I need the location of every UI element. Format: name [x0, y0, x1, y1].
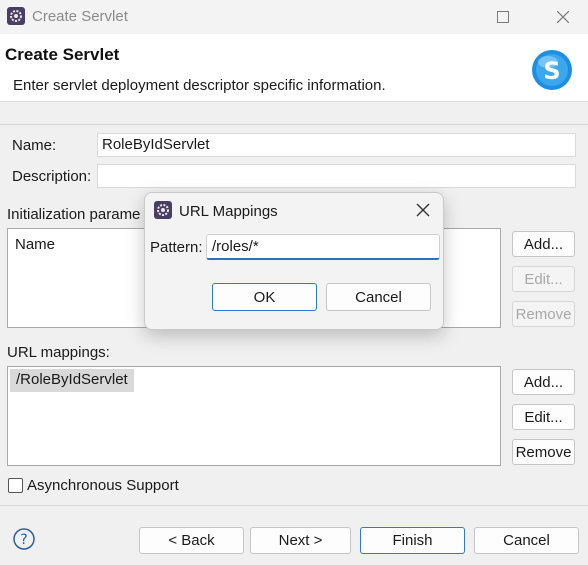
ok-button[interactable]: OK	[212, 283, 317, 311]
logo-letter: S	[543, 57, 560, 85]
async-support-label: Asynchronous Support	[27, 477, 179, 494]
finish-button[interactable]: Finish	[360, 527, 465, 554]
name-field[interactable]: RoleByIdServlet	[97, 133, 576, 157]
maximize-button[interactable]	[480, 0, 526, 34]
dialog-cancel-button[interactable]: Cancel	[326, 283, 431, 311]
servlet-wizard-icon	[7, 7, 25, 25]
help-icon[interactable]: ?	[13, 528, 35, 550]
window-title: Create Servlet	[32, 8, 128, 25]
url-mappings-list[interactable]: /RoleByIdServlet	[7, 366, 501, 466]
dialog-title: URL Mappings	[179, 203, 278, 220]
init-add-button[interactable]: Add...	[512, 231, 575, 257]
url-remove-button[interactable]: Remove	[512, 439, 575, 465]
column-header-name[interactable]: Name	[15, 236, 55, 253]
servlet-logo-icon: S	[532, 50, 572, 90]
init-remove-button[interactable]: Remove	[512, 301, 575, 327]
maximize-icon	[497, 11, 509, 23]
async-support-checkbox[interactable]	[8, 478, 23, 493]
close-icon[interactable]	[416, 203, 430, 217]
description-field[interactable]	[97, 164, 576, 188]
page-description: Enter servlet deployment descriptor spec…	[13, 77, 386, 94]
init-edit-button[interactable]: Edit...	[512, 266, 575, 292]
next-button[interactable]: Next >	[250, 527, 351, 554]
pattern-input[interactable]: /roles/*	[206, 234, 440, 260]
init-params-label: Initialization parame	[7, 206, 141, 223]
pattern-label: Pattern:	[150, 239, 203, 256]
list-item[interactable]: /RoleByIdServlet	[10, 369, 134, 392]
cancel-button[interactable]: Cancel	[474, 527, 579, 554]
close-window-button[interactable]	[540, 0, 586, 34]
svg-text:?: ?	[20, 532, 27, 548]
divider	[0, 505, 588, 506]
url-edit-button[interactable]: Edit...	[512, 404, 575, 430]
name-label: Name:	[12, 137, 57, 154]
page-title: Create Servlet	[5, 45, 120, 64]
url-mappings-label: URL mappings:	[7, 344, 110, 361]
close-icon	[557, 11, 569, 23]
description-label: Description:	[12, 168, 92, 185]
url-mappings-dialog: URL Mappings Pattern: /roles/* OK Cancel	[144, 192, 444, 330]
url-add-button[interactable]: Add...	[512, 369, 575, 395]
back-button[interactable]: < Back	[139, 527, 244, 554]
servlet-wizard-icon	[154, 201, 172, 219]
divider	[0, 124, 588, 125]
